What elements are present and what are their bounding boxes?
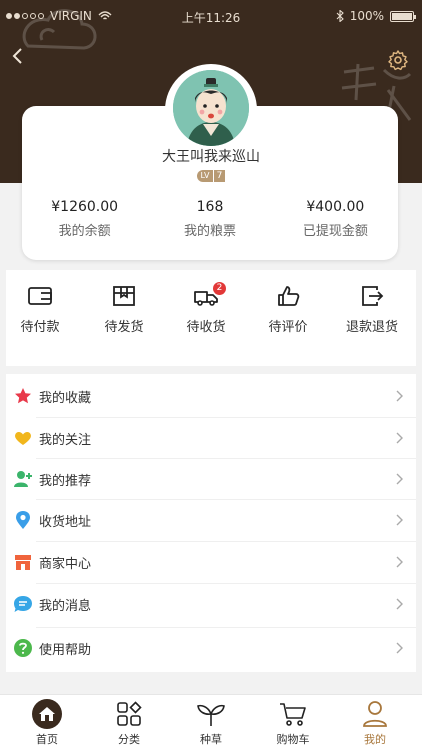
menu-item-favorites[interactable]: 我的收藏 — [6, 375, 416, 417]
stat-balance[interactable]: ¥1260.00 我的余额 — [22, 196, 147, 239]
order-label: 待付款 — [20, 320, 60, 335]
menu-label: 使用帮助 — [39, 642, 92, 658]
battery-icon — [390, 10, 416, 22]
menu-label: 我的关注 — [39, 432, 92, 448]
chevron-right-icon — [396, 598, 403, 610]
chevron-right-icon — [396, 390, 403, 402]
stat-withdrawn[interactable]: ¥400.00 已提现金额 — [273, 196, 398, 239]
tab-home[interactable]: 首页 — [12, 699, 82, 747]
stats-row: ¥1260.00 我的余额 168 我的粮票 ¥400.00 已提现金额 — [22, 196, 398, 239]
menu-item-messages[interactable]: 我的消息 — [6, 583, 416, 625]
package-icon — [113, 286, 135, 306]
home-icon — [32, 699, 62, 729]
thumbs-up-icon — [278, 286, 300, 306]
avatar[interactable] — [173, 70, 249, 146]
order-label: 待收货 — [186, 320, 226, 335]
order-pending-payment[interactable]: 待付款 — [2, 284, 78, 335]
help-icon — [14, 639, 32, 657]
avatar-character-icon — [173, 70, 249, 146]
settings-menu: 我的收藏 我的关注 我的推荐 收货地址 商家中心 我的消息 使用帮助 — [6, 374, 416, 672]
user-icon — [363, 701, 387, 727]
tab-label: 种草 — [200, 733, 222, 746]
chevron-right-icon — [396, 432, 403, 444]
order-label: 待发货 — [104, 320, 144, 335]
menu-label: 我的推荐 — [39, 473, 92, 489]
order-pending-shipment[interactable]: 待发货 — [86, 284, 162, 335]
menu-label: 收货地址 — [39, 514, 92, 530]
tab-sprout[interactable]: 种草 — [176, 699, 246, 747]
menu-item-referrals[interactable]: 我的推荐 — [6, 458, 416, 500]
chevron-right-icon — [396, 473, 403, 485]
wallet-icon — [28, 287, 52, 305]
status-bar: VIRGIN 上午11:26 100% — [0, 0, 422, 32]
order-badge: 2 — [213, 282, 226, 295]
menu-label: 我的消息 — [39, 598, 92, 614]
back-arrow-icon[interactable] — [8, 44, 28, 68]
bluetooth-icon — [336, 10, 344, 22]
menu-item-merchant-center[interactable]: 商家中心 — [6, 541, 416, 583]
order-refund[interactable]: 退款退货 — [334, 284, 410, 335]
level-badge: LV 7 — [197, 170, 225, 182]
stat-value: ¥1260.00 — [51, 199, 119, 215]
location-icon — [16, 511, 30, 529]
category-icon — [117, 701, 142, 726]
tab-me[interactable]: 我的 — [340, 699, 410, 747]
order-pending-review[interactable]: 待评价 — [250, 284, 326, 335]
sprout-icon — [197, 704, 225, 726]
cart-icon — [280, 703, 306, 726]
shop-icon — [15, 555, 31, 570]
menu-label: 商家中心 — [39, 556, 92, 572]
username: 大王叫我来巡山 — [162, 149, 260, 165]
stat-label: 我的粮票 — [183, 224, 236, 239]
menu-label: 我的收藏 — [39, 390, 92, 406]
level-prefix: LV — [197, 170, 213, 182]
menu-item-following[interactable]: 我的关注 — [6, 417, 416, 459]
tab-cart[interactable]: 购物车 — [258, 699, 328, 747]
star-icon — [15, 388, 31, 404]
user-add-icon — [14, 471, 32, 487]
tab-label: 我的 — [364, 733, 386, 746]
stat-value: ¥400.00 — [306, 199, 365, 215]
battery-percent: 100% — [349, 9, 384, 23]
order-pending-receipt[interactable]: 2 待收货 — [168, 282, 244, 335]
stat-label: 我的余额 — [58, 224, 111, 239]
heart-icon — [15, 431, 31, 445]
stat-label: 已提现金额 — [302, 224, 368, 239]
menu-item-help[interactable]: 使用帮助 — [6, 627, 416, 669]
level-number: 7 — [213, 170, 225, 182]
order-status-bar: 待付款 待发货 2 待收货 待评价 退款退货 — [6, 270, 416, 366]
stat-value: 168 — [196, 199, 224, 215]
chevron-right-icon — [396, 514, 403, 526]
tab-label: 购物车 — [276, 733, 310, 746]
tab-category[interactable]: 分类 — [94, 699, 164, 747]
chevron-right-icon — [396, 642, 403, 654]
tab-label: 分类 — [118, 733, 140, 746]
chevron-right-icon — [396, 556, 403, 568]
menu-item-address[interactable]: 收货地址 — [6, 499, 416, 541]
refund-icon — [362, 286, 384, 306]
stat-vouchers[interactable]: 168 我的粮票 — [147, 196, 272, 239]
message-icon — [14, 596, 32, 612]
bottom-tab-bar: 首页 分类 种草 购物车 我的 — [0, 694, 422, 750]
order-label: 待评价 — [268, 320, 308, 335]
settings-gear-icon[interactable] — [386, 48, 410, 72]
order-label: 退款退货 — [345, 320, 398, 335]
tab-label: 首页 — [36, 733, 58, 746]
